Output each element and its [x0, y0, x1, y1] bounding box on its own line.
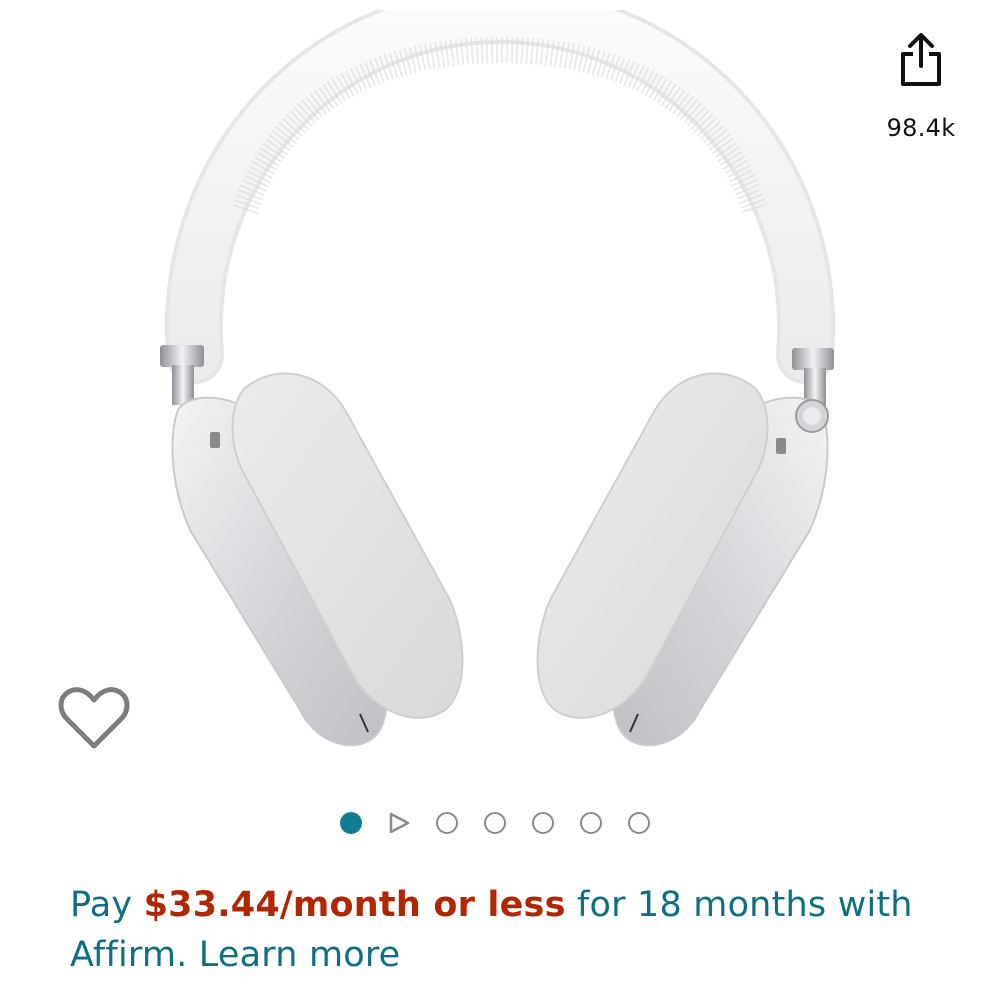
carousel-dot[interactable] — [532, 812, 554, 834]
share-button[interactable]: 98.4k — [886, 32, 956, 152]
learn-more-link[interactable]: Learn more — [199, 935, 401, 975]
share-icon — [901, 33, 941, 86]
image-carousel-indicator — [340, 808, 676, 838]
monthly-price: $33.44/month or less — [143, 885, 566, 925]
financing-term: for 18 months with — [565, 885, 913, 925]
share-count: 98.4k — [886, 114, 956, 142]
play-icon[interactable] — [388, 812, 410, 834]
carousel-dot[interactable] — [628, 812, 650, 834]
carousel-dot[interactable] — [580, 812, 602, 834]
heart-outline-icon[interactable] — [58, 686, 130, 752]
carousel-dot[interactable] — [484, 812, 506, 834]
product-page: 98.4k Pay $33.44/month or less for 18 mo… — [0, 0, 1000, 1000]
financing-offer: Pay $33.44/month or less for 18 months w… — [70, 880, 950, 980]
product-image[interactable] — [150, 10, 850, 770]
financing-prefix: Pay — [70, 885, 144, 925]
carousel-dot-active[interactable] — [340, 812, 362, 834]
carousel-dot[interactable] — [436, 812, 458, 834]
financing-provider: Affirm. — [70, 935, 188, 975]
